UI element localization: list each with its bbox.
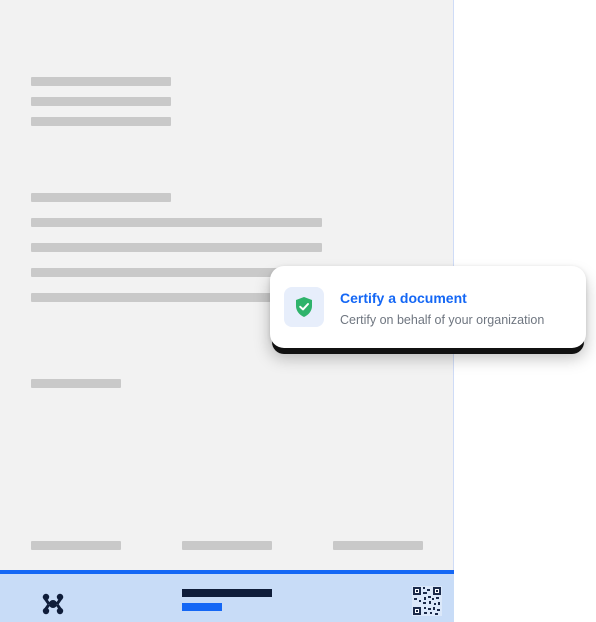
placeholder-text-line bbox=[31, 243, 322, 252]
placeholder-text-line bbox=[31, 117, 171, 126]
placeholder-signature-line bbox=[333, 541, 423, 550]
placeholder-text-line bbox=[31, 97, 171, 106]
footer-accent-bar bbox=[182, 603, 222, 611]
qr-code-icon bbox=[412, 586, 442, 616]
placeholder-signature-line bbox=[182, 541, 272, 550]
placeholder-text-line bbox=[31, 379, 121, 388]
shield-check-icon bbox=[296, 297, 312, 317]
certify-card-title: Certify a document bbox=[340, 290, 467, 306]
placeholder-text-line bbox=[31, 77, 171, 86]
footer-title-bar bbox=[182, 589, 272, 597]
placeholder-signature-line bbox=[31, 541, 121, 550]
certify-card-subtitle: Certify on behalf of your organization bbox=[340, 313, 545, 327]
certify-illustration: Certify a document Certify on behalf of … bbox=[0, 0, 596, 622]
certify-document-card[interactable]: Certify a document Certify on behalf of … bbox=[270, 266, 586, 348]
placeholder-text-line bbox=[31, 193, 171, 202]
placeholder-text-line bbox=[31, 218, 322, 227]
document-footer bbox=[0, 570, 454, 622]
brand-logo-icon bbox=[42, 593, 64, 615]
shield-check-icon-tile bbox=[284, 287, 324, 327]
